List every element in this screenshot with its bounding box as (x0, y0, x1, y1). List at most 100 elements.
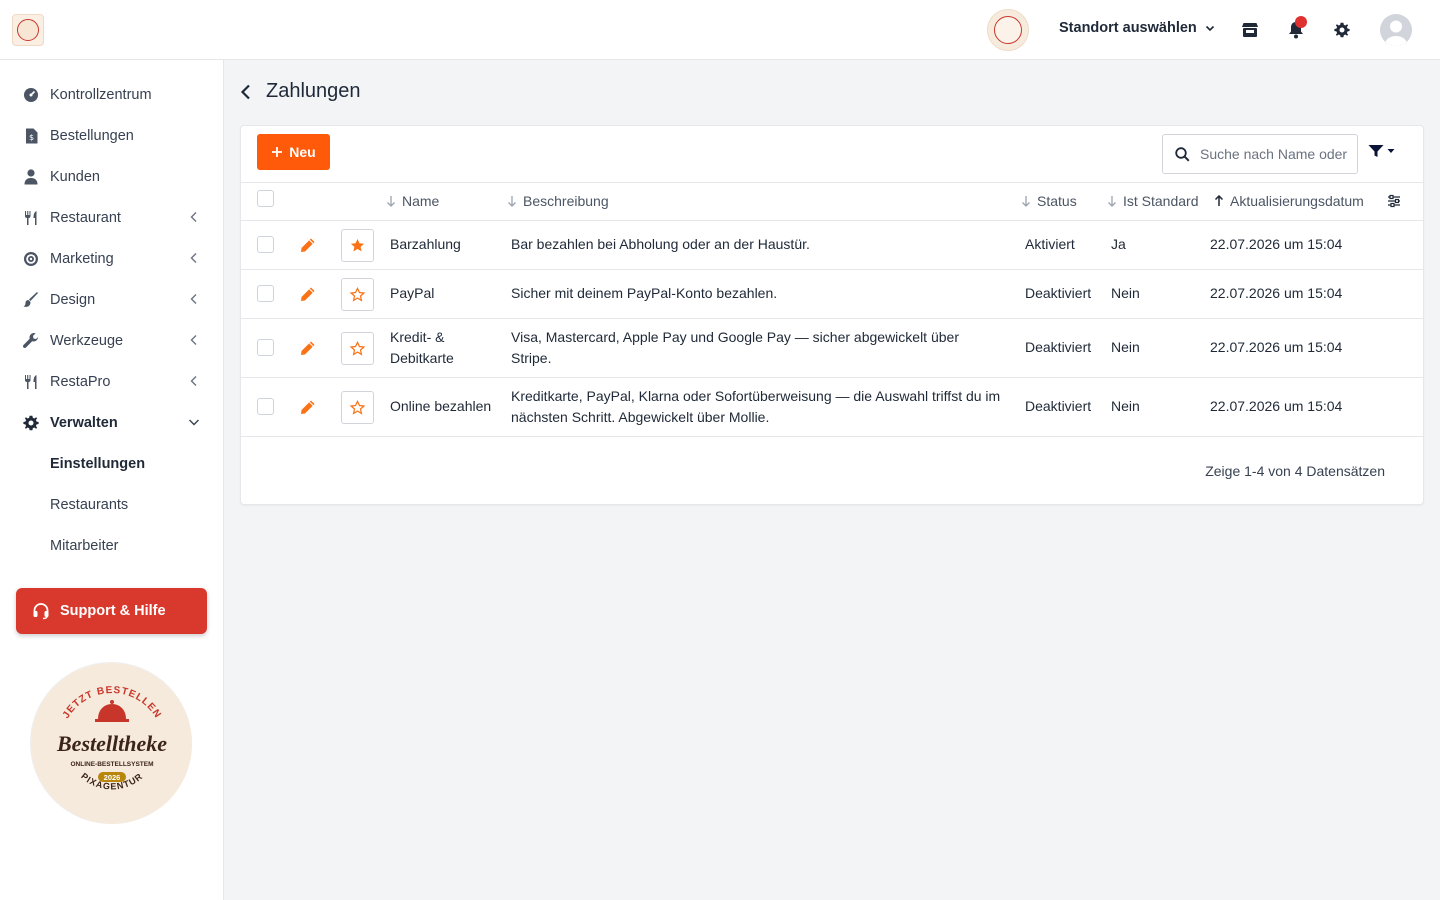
default-star-button[interactable] (341, 278, 374, 311)
row-checkbox[interactable] (257, 236, 274, 253)
star-outline-icon (350, 341, 365, 356)
sidebar: Kontrollzentrum $ Bestellungen Kunden Re… (0, 60, 224, 900)
row-name: Kredit- & Debitkarte (390, 329, 454, 366)
sort-arrow-down-icon (1108, 196, 1116, 207)
svg-text:Bestelltheke: Bestelltheke (56, 731, 167, 756)
support-label: Support & Hilfe (60, 603, 166, 619)
column-header-description[interactable]: Beschreibung (507, 193, 609, 209)
target-icon (22, 250, 40, 268)
row-status: Deaktiviert (1025, 339, 1092, 355)
store-icon[interactable] (1240, 20, 1260, 40)
chevron-down-icon (189, 419, 199, 426)
row-checkbox[interactable] (257, 285, 274, 302)
row-updated: 22.07.2026 um 15:04 (1210, 285, 1343, 301)
select-all-checkbox[interactable] (257, 190, 274, 207)
utensils-icon (22, 209, 40, 227)
row-checkbox[interactable] (257, 398, 274, 415)
search-icon (1175, 146, 1190, 162)
row-default: Nein (1111, 339, 1140, 355)
column-header-label: Aktualisierungsdatum (1230, 193, 1364, 209)
payments-table-card: Neu Name Beschreibung Status Ist Standar… (240, 125, 1424, 505)
search-input[interactable] (1200, 146, 1350, 162)
sidebar-item-bestellungen[interactable]: $ Bestellungen (22, 124, 204, 148)
column-header-label: Name (402, 193, 440, 209)
row-description: Visa, Mastercard, Apple Pay und Google P… (511, 329, 959, 366)
sort-arrow-down-icon (387, 196, 395, 207)
sidebar-item-kontrollzentrum[interactable]: Kontrollzentrum (22, 83, 204, 107)
default-star-button[interactable] (341, 332, 374, 365)
sidebar-subitem-restaurants[interactable]: Restaurants (50, 497, 128, 513)
page-title: Zahlungen (266, 80, 361, 102)
row-checkbox[interactable] (257, 339, 274, 356)
sidebar-item-werkzeuge[interactable]: Werkzeuge (22, 329, 204, 353)
row-updated: 22.07.2026 um 15:04 (1210, 236, 1343, 252)
location-select-label: Standort auswählen (1059, 20, 1197, 36)
sidebar-item-label: Werkzeuge (50, 333, 124, 349)
sidebar-item-design[interactable]: Design (22, 288, 204, 312)
column-header-name[interactable]: Name (386, 193, 439, 209)
column-header-label: Ist Standard (1123, 193, 1199, 209)
search-box (1162, 134, 1358, 174)
back-arrow-icon[interactable] (240, 84, 252, 100)
user-avatar[interactable] (1380, 14, 1412, 46)
sidebar-item-label: Kunden (50, 169, 100, 185)
row-default: Ja (1111, 236, 1126, 252)
chevron-left-icon (190, 253, 197, 263)
column-settings-icon[interactable] (1387, 194, 1401, 211)
default-star-button[interactable] (341, 391, 374, 424)
default-star-button[interactable] (341, 229, 374, 262)
sidebar-item-verwalten[interactable]: Verwalten (22, 411, 204, 435)
sort-arrow-down-icon (1022, 196, 1030, 207)
sidebar-item-label: RestaPro (50, 374, 111, 390)
app-logo[interactable] (12, 14, 44, 46)
row-status: Deaktiviert (1025, 285, 1092, 301)
chevron-left-icon (190, 335, 197, 345)
column-header-status[interactable]: Status (1021, 193, 1077, 209)
wrench-icon (22, 332, 40, 350)
headset-icon (33, 603, 49, 620)
svg-text:ONLINE-BESTELLSYSTEM: ONLINE-BESTELLSYSTEM (70, 761, 153, 768)
chevron-left-icon (190, 376, 197, 386)
sidebar-item-restapro[interactable]: RestaPro (22, 370, 204, 394)
sidebar-item-label: Bestellungen (50, 128, 134, 144)
location-select[interactable]: Standort auswählen (1059, 20, 1215, 36)
column-header-default[interactable]: Ist Standard (1107, 193, 1199, 209)
sidebar-item-kunden[interactable]: Kunden (22, 165, 204, 189)
sidebar-item-label: Verwalten (50, 415, 118, 431)
user-icon (22, 168, 40, 186)
filter-icon (1368, 145, 1384, 157)
sidebar-subitem-einstellungen[interactable]: Einstellungen (50, 456, 145, 472)
brush-icon (22, 291, 40, 309)
gear-icon (22, 414, 40, 432)
filter-button[interactable] (1368, 140, 1400, 162)
svg-text:2026: 2026 (104, 773, 121, 782)
sidebar-item-label: Design (50, 292, 96, 308)
sidebar-item-restaurant[interactable]: Restaurant (22, 206, 204, 230)
row-name: Barzahlung (390, 236, 461, 252)
sort-arrow-up-icon (1214, 195, 1224, 206)
topbar: Standort auswählen (0, 0, 1440, 60)
pencil-icon[interactable] (300, 399, 316, 415)
brand-badge-logo: JETZT BESTELLEN Bestelltheke ONLINE-BEST… (30, 662, 192, 824)
row-status: Aktiviert (1025, 236, 1075, 252)
row-updated: 22.07.2026 um 15:04 (1210, 398, 1343, 414)
sidebar-item-label: Marketing (50, 251, 114, 267)
chevron-left-icon (190, 212, 197, 222)
support-button[interactable]: Support & Hilfe (16, 588, 207, 634)
row-description: Bar bezahlen bei Abholung oder an der Ha… (511, 236, 810, 252)
row-description: Sicher mit deinem PayPal-Konto bezahlen. (511, 285, 778, 301)
new-button[interactable]: Neu (257, 134, 330, 170)
pagination-summary: Zeige 1-4 von 4 Datensätzen (1205, 463, 1385, 479)
gear-icon[interactable] (1332, 20, 1352, 40)
sidebar-item-marketing[interactable]: Marketing (22, 247, 204, 271)
caret-down-icon (1387, 149, 1395, 153)
pencil-icon[interactable] (300, 237, 316, 253)
dashboard-icon (22, 86, 40, 104)
pencil-icon[interactable] (300, 286, 316, 302)
row-updated: 22.07.2026 um 15:04 (1210, 339, 1343, 355)
column-header-updated[interactable]: Aktualisierungsdatum (1214, 193, 1364, 209)
column-header-label: Beschreibung (523, 193, 609, 209)
sidebar-subitem-mitarbeiter[interactable]: Mitarbeiter (50, 538, 119, 554)
pencil-icon[interactable] (300, 340, 316, 356)
row-name: PayPal (390, 285, 435, 301)
